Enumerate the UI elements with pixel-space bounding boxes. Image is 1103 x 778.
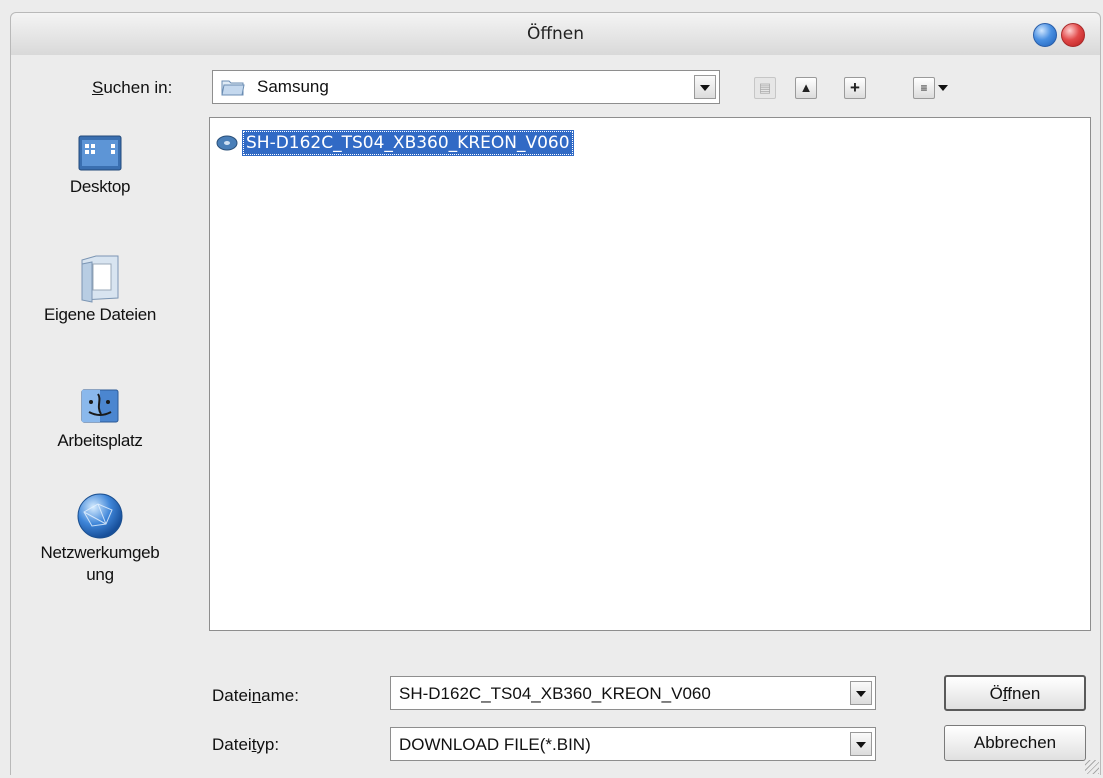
chevron-down-icon[interactable] [850,732,872,756]
close-button[interactable] [1061,23,1085,47]
cancel-button[interactable]: Abbrechen [944,725,1086,761]
chevron-down-icon[interactable] [850,681,872,705]
resize-grip[interactable] [1085,760,1099,774]
file-name: SH-D162C_TS04_XB360_KREON_V060 [242,130,574,156]
title-bar[interactable]: Öffnen [10,12,1101,56]
list-view-icon: ≡ [920,81,928,95]
desktop-icon [78,135,122,171]
chevron-down-icon[interactable] [694,75,716,99]
look-in-combobox[interactable]: Samsung [212,70,720,104]
chevron-down-icon [938,85,948,91]
network-globe-icon [77,493,123,539]
up-arrow-icon: ▲ [799,80,813,95]
view-list-icon-frame: ≡ [913,77,935,99]
up-one-level-button[interactable]: ▲ [795,77,817,99]
file-type-value: DOWNLOAD FILE(*.BIN) [399,735,591,754]
my-computer-icon [81,389,119,423]
minimize-button[interactable] [1033,23,1057,47]
file-type-combobox[interactable]: DOWNLOAD FILE(*.BIN) [390,727,876,761]
file-type-label: Dateityp: [212,735,280,754]
window-title: Öffnen [526,24,585,44]
file-list[interactable]: SH-D162C_TS04_XB360_KREON_V060 [209,117,1091,631]
file-name-combobox[interactable]: SH-D162C_TS04_XB360_KREON_V060 [390,676,876,710]
folder-icon [221,80,245,96]
back-button[interactable]: ▤ [754,77,776,99]
look-in-value: Samsung [257,77,329,96]
documents-folder-icon [81,255,119,303]
places-bar: Desktop Eigene Dateien Arbeitsplatz Netz… [0,110,200,630]
place-my-computer[interactable]: Arbeitsplatz [0,382,200,452]
file-name-label: Dateiname: [212,686,299,705]
place-label: Desktop [69,177,131,196]
back-arrow-icon: ▤ [758,80,772,95]
place-desktop[interactable]: Desktop [0,130,200,198]
place-network[interactable]: Netzwerkumgeb ung [0,490,200,586]
place-my-documents[interactable]: Eigene Dateien [0,250,200,326]
place-label: Eigene Dateien [43,305,157,324]
open-file-dialog: Öffnen Suchen in: Samsung ▤ ▲ + ≡ Deskto… [0,0,1103,778]
place-label: Arbeitsplatz [57,431,143,450]
disc-image-icon [216,135,238,151]
plus-icon: + [850,78,860,97]
open-button[interactable]: Öffnen [944,675,1086,711]
place-label: Netzwerkumgeb [40,543,160,562]
place-label-continued: ung [86,565,114,584]
file-name-value: SH-D162C_TS04_XB360_KREON_V060 [399,684,711,703]
view-menu-button[interactable]: ≡ [913,77,948,99]
look-in-label: Suchen in: [92,78,173,97]
new-folder-button[interactable]: + [844,77,866,99]
